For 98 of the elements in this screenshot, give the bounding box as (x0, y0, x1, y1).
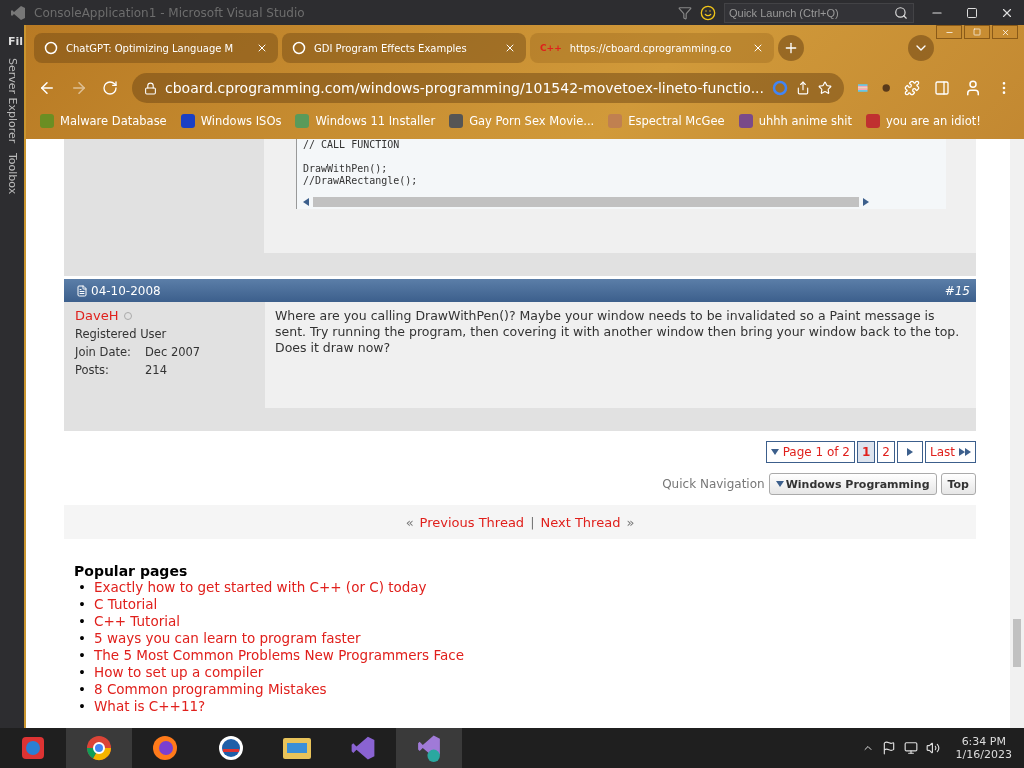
page-link[interactable]: 2 (877, 441, 895, 463)
bookmark[interactable]: Malware Database (40, 114, 167, 128)
new-tab-button[interactable] (778, 35, 804, 61)
caret-down-icon (770, 448, 779, 456)
popular-page-link[interactable]: What is C++11? (94, 698, 206, 714)
bookmark[interactable]: Espectral McGee (608, 114, 725, 128)
lock-icon (144, 81, 157, 95)
tab-title: https://cboard.cprogramming.co (569, 42, 733, 54)
stat-label: Posts: (75, 363, 110, 377)
list-bullet: • (78, 630, 87, 647)
url-text: cboard.cprogramming.com/windows-programming/101542-movetoex-lineto-functio... (165, 80, 765, 96)
guillemet-text: « (405, 514, 414, 530)
minimize-button[interactable] (936, 25, 962, 39)
top-button[interactable]: Top (940, 473, 976, 495)
popular-page-link[interactable]: The 5 Most Common Problems New Programmers Face (94, 647, 464, 663)
popular-page-link[interactable]: How to set up a compiler (94, 664, 264, 680)
list-bullet: • (78, 613, 87, 630)
bookmark[interactable]: Gay Porn Sex Movie... (449, 114, 595, 128)
vertical-scrollbar[interactable] (1010, 139, 1024, 728)
reload-button[interactable] (102, 80, 118, 96)
network-icon[interactable] (903, 741, 918, 755)
quick-navigation-label: Quick Navigation (662, 477, 765, 491)
next-page-button[interactable] (897, 441, 923, 463)
browser-tab[interactable]: C++ https://cboard.cprogramming.co (530, 33, 774, 63)
volume-icon[interactable] (925, 741, 940, 755)
visual-studio-installer-icon[interactable] (396, 728, 462, 768)
address-bar[interactable]: cboard.cprogramming.com/windows-programming/101542-movetoex-lineto-functio... (132, 73, 845, 103)
page-link[interactable]: 1 (857, 441, 876, 463)
tab-title: ChatGPT: Optimizing Language M (66, 42, 235, 54)
window-title: ConsoleApplication1 - Microsoft Visual Studio (34, 5, 306, 20)
code-text: DrawWithPen(); //DrawARectangle(); (303, 163, 419, 187)
clock[interactable]: 6:34 PM 1/16/2023 (955, 735, 1012, 761)
list-bullet: • (78, 698, 87, 715)
separator-text: | (530, 514, 535, 530)
filter-icon (678, 5, 692, 20)
list-bullet: • (78, 579, 87, 596)
bookmark-star-icon[interactable] (818, 81, 833, 95)
side-tab[interactable]: Server Explorer (5, 58, 19, 144)
bookmark[interactable]: Windows ISOs (180, 114, 282, 128)
chrome-icon[interactable] (66, 728, 132, 768)
popular-page-link[interactable]: C Tutorial (94, 596, 158, 612)
guillemet-text: » (626, 514, 635, 530)
close-button[interactable] (992, 25, 1018, 39)
tab-title: GDI Program Effects Examples (314, 42, 468, 54)
list-bullet: • (78, 596, 87, 613)
side-tab[interactable]: Toolbox (5, 153, 19, 195)
bookmark[interactable]: you are an idiot! (865, 114, 981, 128)
caret-down-icon (775, 480, 784, 488)
side-panel-button[interactable] (934, 80, 950, 96)
next-thread-link[interactable]: Next Thread (540, 514, 621, 530)
list-bullet: • (78, 664, 87, 681)
maximize-icon[interactable] (966, 6, 978, 19)
section-heading: Popular pages (74, 563, 189, 579)
code-text: // CALL FUNCTION (303, 139, 401, 151)
caret-right-icon (906, 448, 914, 456)
extensions-button[interactable] (904, 80, 920, 96)
last-page-link[interactable]: Last (925, 441, 976, 463)
stat-label: Join Date: (75, 345, 132, 359)
maximize-icon (973, 28, 981, 36)
double-caret-right-icon (959, 448, 971, 456)
menu-item[interactable]: Fil (0, 35, 24, 48)
favicon-text: C++ (540, 43, 562, 53)
plus-icon (783, 40, 799, 56)
browser-tab[interactable]: GDI Program Effects Examples (282, 33, 526, 63)
forum-select-button[interactable]: Windows Programming (768, 473, 937, 495)
user-title: Registered User (75, 327, 168, 341)
author-link[interactable]: DaveH (75, 308, 265, 323)
popular-page-link[interactable]: Exactly how to get started with C++ (or C) today (94, 579, 427, 595)
tab-search-button[interactable] (908, 35, 934, 61)
stat-value: 214 (145, 363, 167, 377)
scroll-left-icon (303, 198, 309, 206)
popular-page-link[interactable]: 5 ways you can learn to program faster (94, 630, 361, 646)
post-date: 04-10-2008 (91, 283, 161, 298)
browser-tab[interactable]: ChatGPT: Optimizing Language M (34, 33, 278, 63)
visual-studio-logo-icon (10, 4, 26, 21)
close-icon (1000, 27, 1010, 37)
profile-button[interactable] (964, 79, 982, 97)
maximize-button[interactable] (964, 25, 990, 39)
close-icon[interactable] (256, 42, 268, 54)
page-menu-button[interactable]: Page 1 of 2 (765, 441, 855, 463)
list-bullet: • (78, 647, 87, 664)
post-number-link[interactable]: #15 (944, 283, 970, 298)
post-message: Where are you calling DrawWithPen()? Maybe your window needs to be invalidated so a Paint message is sent. Try running the program, then covering it with another window then bring your window back to the top. Does it draw now? (265, 302, 976, 408)
bookmark[interactable]: Windows 11 Installer (295, 114, 436, 128)
bookmark[interactable]: uhhh anime shit (738, 114, 852, 128)
popular-page-link[interactable]: 8 Common programming Mistakes (94, 681, 327, 697)
flag-icon[interactable] (881, 741, 896, 755)
stat-value: Dec 2007 (145, 345, 201, 359)
quick-launch-field[interactable]: Quick Launch (Ctrl+Q) (724, 2, 914, 23)
popular-page-link[interactable]: C++ Tutorial (94, 613, 180, 629)
share-icon[interactable] (796, 81, 811, 95)
document-icon (76, 284, 88, 297)
back-button[interactable] (38, 79, 56, 97)
list-bullet: • (78, 681, 87, 698)
smiley-icon (700, 4, 716, 21)
close-icon[interactable] (504, 42, 516, 54)
previous-thread-link[interactable]: Previous Thread (419, 514, 525, 530)
scroll-right-icon (863, 198, 869, 206)
